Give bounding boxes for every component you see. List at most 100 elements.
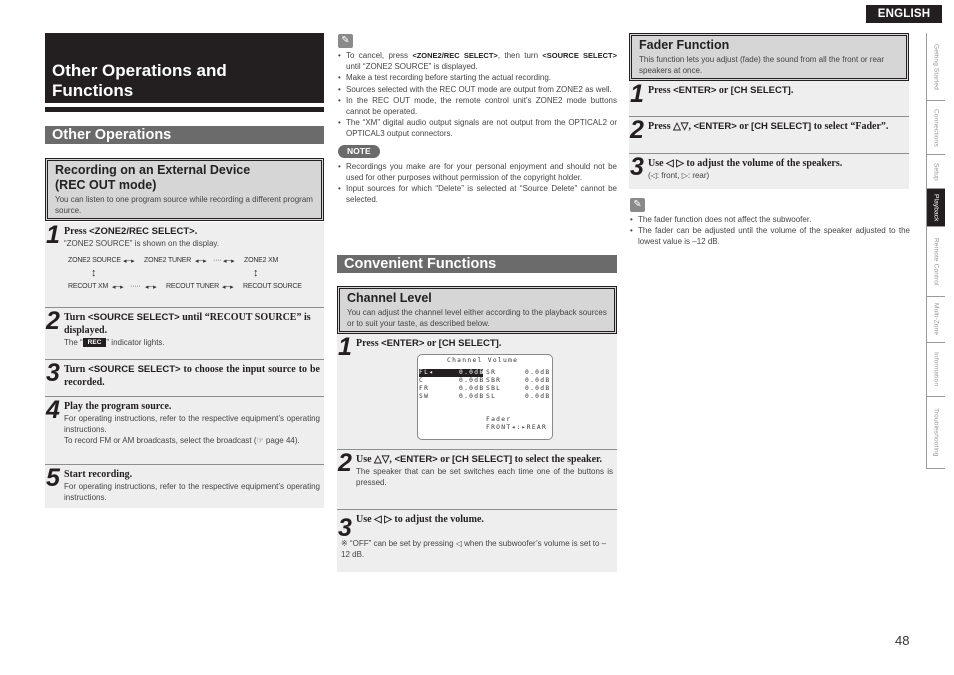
channel-level-steps: 1 Press <ENTER> or [CH SELECT]. Channel … bbox=[337, 334, 617, 572]
nav-label: Remote Control bbox=[932, 237, 940, 286]
rec-out-title-line-1: Recording on an External Device bbox=[55, 163, 251, 177]
nav-tab-troubleshooting[interactable]: Troubleshooting bbox=[927, 397, 945, 469]
pencil-memo-icon: ✎ bbox=[338, 34, 353, 48]
page-number: 48 bbox=[895, 633, 910, 648]
note-list: Recordings you make are for your persona… bbox=[338, 161, 617, 206]
enter-key: <ENTER> bbox=[394, 454, 438, 465]
osd-value: 0.0dB bbox=[525, 377, 551, 384]
osd-channel: FR bbox=[419, 385, 430, 392]
rec-step-3: 3 Turn <SOURCE SELECT> to choose the inp… bbox=[45, 360, 324, 397]
step-text: or bbox=[736, 121, 752, 132]
step-text: or bbox=[716, 85, 731, 96]
step-body: “ZONE2 SOURCE” is shown on the display. bbox=[64, 239, 220, 248]
ch-select-key: [CH SELECT] bbox=[751, 121, 812, 132]
page-title-line-2: Functions bbox=[52, 81, 134, 100]
note-item: Recordings you make are for your persona… bbox=[338, 161, 617, 183]
flow-recout-source: RECOUT SOURCE bbox=[243, 283, 302, 290]
step-heading: Use △▽, <ENTER> or [CH SELECT] to select… bbox=[356, 453, 613, 466]
step-heading: Turn <SOURCE SELECT> to choose the input… bbox=[64, 363, 320, 389]
step-number: 2 bbox=[338, 449, 352, 477]
nav-label: Troubleshooting bbox=[932, 408, 940, 457]
fader-function-title: Fader Function bbox=[639, 38, 730, 52]
step-number: 3 bbox=[630, 153, 644, 181]
step-heading: Press <ENTER> or [CH SELECT]. bbox=[648, 84, 905, 97]
source-select-key: <SOURCE SELECT> bbox=[87, 312, 180, 323]
enter-key: <ENTER> bbox=[673, 85, 717, 96]
page-title: Other Operations and Functions bbox=[45, 33, 324, 103]
rec-step-4: 4 Play the program source. For operating… bbox=[45, 397, 324, 465]
fader-step-2: 2 Press △▽, <ENTER> or [CH SELECT] to se… bbox=[629, 117, 909, 154]
step-body: The speaker that can be set switches eac… bbox=[356, 467, 613, 487]
nav-label: Playback bbox=[932, 193, 940, 222]
fader-memo-list: The fader function does not affect the s… bbox=[630, 214, 910, 248]
osd-value: 0.0dB bbox=[459, 377, 485, 384]
nav-tab-multi-zone[interactable]: Multi-Zone bbox=[927, 297, 945, 343]
channel-volume-screen: Channel Volume FL ◂ 0.0dB ▸ C 0.0dB FR 0.0d… bbox=[417, 354, 553, 440]
step-number: 1 bbox=[338, 333, 352, 361]
osd-channel: SR bbox=[486, 369, 497, 376]
memo-item: Sources selected with the REC OUT mode a… bbox=[338, 84, 617, 95]
rec-out-description: You can listen to one program source whi… bbox=[55, 195, 313, 215]
osd-fader-label: Fader bbox=[486, 416, 512, 423]
fader-steps: 1 Press <ENTER> or [CH SELECT]. 2 Press … bbox=[629, 81, 909, 189]
fader-function-info-box: Fader Function This function lets you ad… bbox=[629, 33, 909, 81]
step-text: or bbox=[437, 454, 452, 465]
rec-out-title-line-2: (REC OUT mode) bbox=[55, 178, 157, 192]
pencil-memo-icon: ✎ bbox=[630, 198, 645, 212]
channel-step-3: 3 Use ◁ ▷ to adjust the volume. ※ “OFF” … bbox=[337, 510, 617, 572]
ch-select-key: [CH SELECT] bbox=[438, 338, 499, 349]
step-number: 1 bbox=[630, 80, 644, 108]
nav-tab-information[interactable]: Information bbox=[927, 343, 945, 397]
fader-function-description: This function lets you adjust (fade) the… bbox=[639, 55, 885, 75]
step-text: . bbox=[790, 85, 794, 96]
step-body: (◁: front, ▷: rear) bbox=[648, 171, 710, 180]
step-text: . bbox=[498, 338, 502, 349]
step-text: to select the speaker. bbox=[512, 454, 603, 465]
nav-tab-connections[interactable]: Connections bbox=[927, 101, 945, 155]
source-select-key: <SOURCE SELECT> bbox=[542, 51, 617, 60]
step-number: 3 bbox=[338, 514, 352, 542]
step-number: 4 bbox=[46, 396, 60, 424]
channel-level-title: Channel Level bbox=[347, 291, 432, 305]
bidirectional-arrow-icon: ◂─▸ bbox=[222, 284, 234, 291]
fader-memo-notes: ✎ The fader function does not affect the… bbox=[630, 198, 910, 248]
step-heading: Play the program source. bbox=[64, 401, 172, 412]
memo-item: In the REC OUT mode, the remote control … bbox=[338, 95, 617, 117]
nav-tab-getting-started[interactable]: Getting Started bbox=[927, 33, 945, 101]
enter-key: <ENTER> bbox=[381, 338, 425, 349]
step-text: Turn bbox=[64, 312, 88, 323]
vertical-arrow-icon: ↕ bbox=[91, 267, 97, 279]
step-number: 3 bbox=[46, 359, 60, 387]
bidirectional-arrow-icon: ◂─▸ bbox=[123, 258, 135, 265]
nav-tab-remote-control[interactable]: Remote Control bbox=[927, 227, 945, 297]
osd-title: Channel Volume bbox=[447, 357, 519, 364]
memo-item: The fader function does not affect the s… bbox=[630, 214, 910, 225]
memo-item: To cancel, press <ZONE2/REC SELECT>, the… bbox=[338, 50, 617, 72]
source-cycle-diagram: ZONE2 SOURCE ◂─▸ ZONE2 TUNER ◂─▸ ···· ◂─… bbox=[64, 255, 320, 299]
osd-channel: SW bbox=[419, 393, 430, 400]
ch-select-key: [CH SELECT] bbox=[730, 85, 791, 96]
step-text: The “ bbox=[64, 338, 83, 347]
memo-notes: ✎ To cancel, press <ZONE2/REC SELECT>, t… bbox=[338, 34, 617, 206]
flow-recout-tuner: RECOUT TUNER bbox=[166, 283, 219, 290]
step-text: to select “Fader”. bbox=[811, 121, 889, 132]
ch-select-key: [CH SELECT] bbox=[452, 454, 513, 465]
osd-value: 0.0dB bbox=[459, 393, 485, 400]
step-number: 2 bbox=[630, 116, 644, 144]
osd-value: 0.0dB bbox=[525, 385, 551, 392]
left-arrow-icon: ◂ bbox=[429, 369, 435, 376]
step-text: Press bbox=[64, 226, 90, 237]
title-underline bbox=[45, 107, 324, 112]
step-text: Turn bbox=[64, 364, 89, 375]
chapter-side-nav: Getting Started Connections Setup Playba… bbox=[926, 33, 945, 469]
step-heading: Start recording. bbox=[64, 469, 133, 480]
enter-key: <ENTER> bbox=[693, 121, 737, 132]
osd-channel: C bbox=[419, 377, 425, 384]
channel-level-info-box: Channel Level You can adjust the channel… bbox=[337, 286, 617, 334]
channel-step-1: 1 Press <ENTER> or [CH SELECT]. Channel … bbox=[337, 334, 617, 450]
memo-item: The “XM” digital audio output signals ar… bbox=[338, 117, 617, 139]
nav-tab-playback[interactable]: Playback bbox=[927, 189, 945, 227]
step-body-page-reference: To record FM or AM broadcasts, select th… bbox=[64, 436, 300, 445]
nav-tab-setup[interactable]: Setup bbox=[927, 155, 945, 189]
step-heading: Turn <SOURCE SELECT> until “RECOUT SOURC… bbox=[64, 311, 320, 337]
